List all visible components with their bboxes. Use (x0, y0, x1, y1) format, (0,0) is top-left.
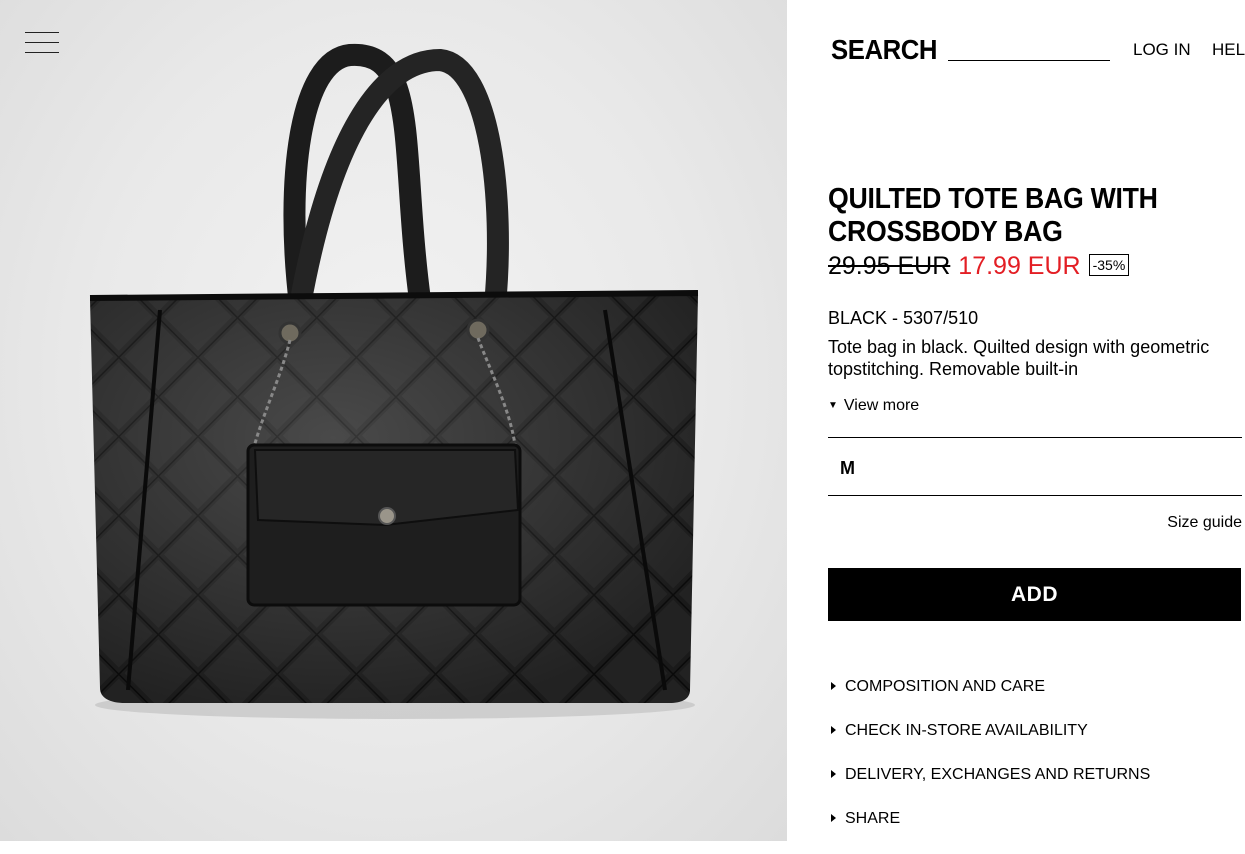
view-more-link[interactable]: ▼ View more (828, 397, 919, 415)
caret-right-icon (831, 726, 836, 734)
search-label[interactable]: SEARCH (831, 34, 937, 66)
bag-image (89, 43, 699, 719)
caret-right-icon (831, 814, 836, 822)
caret-right-icon (831, 682, 836, 690)
sale-price: 17.99 EUR (958, 252, 1081, 280)
caret-right-icon (831, 770, 836, 778)
discount-badge: -35% (1088, 254, 1130, 276)
top-bar: SEARCH LOG IN HEL (787, 0, 1245, 90)
price-row: 29.95 EUR 17.99 EUR -35% (828, 252, 1130, 281)
link-label: COMPOSITION AND CARE (845, 678, 1046, 695)
link-label: DELIVERY, EXCHANGES AND RETURNS (845, 766, 1151, 783)
menu-icon[interactable] (25, 32, 59, 54)
selected-size: M (840, 458, 855, 478)
search-input-underline[interactable] (948, 60, 1110, 61)
color-reference: BLACK - 5307/510 (828, 308, 979, 328)
product-description: Tote bag in black. Quilted design with g… (828, 337, 1210, 379)
old-price: 29.95 EUR (828, 252, 951, 280)
size-guide-link[interactable]: Size guide (1167, 514, 1242, 532)
link-label: SHARE (845, 810, 901, 827)
product-image[interactable] (0, 0, 787, 841)
help-link[interactable]: HEL (1212, 40, 1245, 60)
view-more-label: View more (843, 397, 920, 414)
caret-down-icon: ▼ (828, 400, 838, 411)
login-link[interactable]: LOG IN (1133, 40, 1191, 60)
add-to-cart-button[interactable]: ADD (828, 568, 1241, 621)
link-label: CHECK IN-STORE AVAILABILITY (845, 722, 1088, 739)
size-selector[interactable]: M (828, 437, 1242, 496)
product-title: QUILTED TOTE BAG WITH CROSSBODY BAG (828, 183, 1158, 248)
